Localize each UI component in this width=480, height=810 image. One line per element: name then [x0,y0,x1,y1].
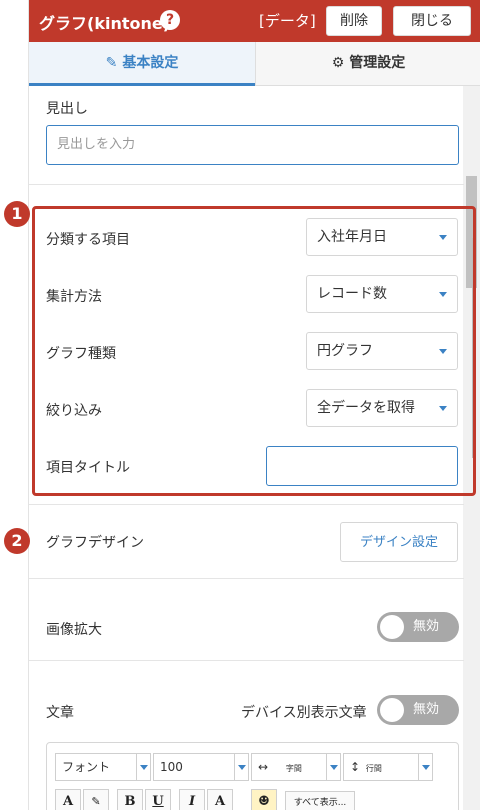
tab-basic-settings[interactable]: ✎ 基本設定 [29,42,255,86]
chevron-down-icon [418,754,432,780]
toggle-knob [380,698,404,722]
tab-bar: ✎ 基本設定 ⚙ 管理設定 [29,42,480,86]
toggle-state: 無効 [413,619,440,634]
chevron-down-icon [136,754,150,780]
text-style-button[interactable]: A [207,789,233,810]
design-settings-button[interactable]: デザイン設定 [340,522,458,562]
bold-button[interactable]: B [117,789,143,810]
category-label: 分類する項目 [46,232,130,248]
gear-icon: ⚙ [331,55,345,71]
line-spacing-select[interactable]: ↕ 行間 [343,753,433,781]
tab-admin-settings[interactable]: ⚙ 管理設定 [255,42,480,86]
divider [29,660,464,661]
divider [29,578,464,579]
show-all-button[interactable]: すべて表示... [285,791,355,810]
italic-button[interactable]: I [179,789,205,810]
emoji-icon[interactable]: ☻ [251,789,277,810]
letter-spacing-icon: ↔ [258,760,269,774]
font-select[interactable]: フォント [55,753,151,781]
text-editor[interactable]: フォント 100 ↔ 字間 ↕ 行間 A ✎ B U I A ☻ すべて表示..… [46,742,459,810]
heading-label: 見出し [46,101,88,117]
divider [29,184,464,185]
chart-type-label: グラフ種類 [46,346,116,362]
item-title-input[interactable] [266,446,458,486]
chart-type-select[interactable]: 円グラフ [306,332,458,370]
panel-title: グラフ(kintone) [39,14,171,33]
text-label: 文章 [46,705,74,721]
divider [29,504,464,505]
close-button[interactable]: 閉じる [393,6,471,36]
letter-spacing-select[interactable]: ↔ 字間 [251,753,341,781]
letter-spacing-label: 字間 [285,764,302,773]
step-badge-2: 2 [4,528,30,554]
delete-button[interactable]: 削除 [326,6,382,36]
heading-input[interactable]: 見出しを入力 [46,125,459,165]
image-zoom-toggle[interactable]: 無効 [377,612,459,642]
tab-basic-label: 基本設定 [122,55,179,71]
device-text-toggle[interactable]: 無効 [377,695,459,725]
tab-admin-label: 管理設定 [349,55,406,71]
data-tag: [データ] [259,12,316,30]
line-spacing-label: 行間 [365,764,382,773]
chevron-down-icon [234,754,248,780]
size-select[interactable]: 100 [153,753,249,781]
category-value: 入社年月日 [317,229,387,245]
aggregation-select[interactable]: レコード数 [306,275,458,313]
underline-button[interactable]: U [145,789,171,810]
chevron-down-icon [439,292,447,297]
toggle-knob [380,615,404,639]
filter-label: 絞り込み [46,403,102,419]
size-select-value: 100 [160,760,183,774]
font-select-label: フォント [62,760,111,774]
filter-value: 全データを取得 [317,400,415,416]
item-title-label: 項目タイトル [46,460,130,476]
chevron-down-icon [439,349,447,354]
settings-panel: グラフ(kintone) ? [データ] 削除 閉じる ✎ 基本設定 ⚙ 管理設定 … [28,0,480,810]
chevron-down-icon [439,235,447,240]
chevron-down-icon [326,754,340,780]
toggle-state: 無効 [413,702,440,717]
line-spacing-icon: ↕ [350,760,361,774]
highlight-pen-icon[interactable]: ✎ [83,789,109,810]
category-select[interactable]: 入社年月日 [306,218,458,256]
chart-type-value: 円グラフ [317,343,373,359]
edit-icon: ✎ [105,55,118,71]
graph-design-label: グラフデザイン [46,535,144,551]
aggregation-value: レコード数 [317,286,387,302]
aggregation-label: 集計方法 [46,289,102,305]
filter-select[interactable]: 全データを取得 [306,389,458,427]
chevron-down-icon [439,406,447,411]
font-color-button[interactable]: A [55,789,81,810]
step-badge-1: 1 [4,201,30,227]
device-text-label: デバイス別表示文章 [241,705,367,721]
help-icon[interactable]: ? [160,10,180,30]
image-zoom-label: 画像拡大 [46,622,102,638]
panel-header: グラフ(kintone) ? [データ] 削除 閉じる [29,0,480,42]
